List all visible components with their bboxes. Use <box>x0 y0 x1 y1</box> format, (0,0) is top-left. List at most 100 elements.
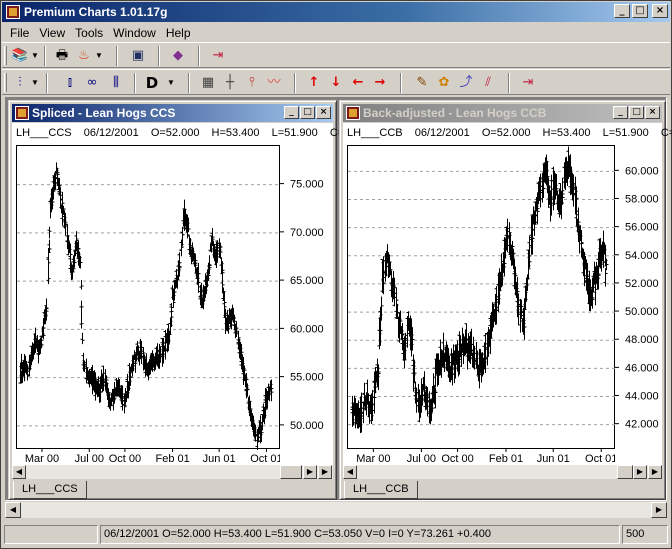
line-study-icon[interactable]: ⤴ <box>456 73 476 93</box>
arrow-up-icon[interactable]: ↑ <box>304 73 324 93</box>
date-label: 06/12/2001 <box>83 127 139 139</box>
chart-window-spliced[interactable]: Spliced - Lean Hogs CCS _ □ × LH___CCS 0… <box>8 100 350 500</box>
arrow-right-icon[interactable]: → <box>370 73 390 93</box>
price-bar <box>80 332 85 345</box>
y-axis: 50.000 55.000 60.000 65.000 70.000 75.000 <box>280 179 324 432</box>
child-title-bar[interactable]: Spliced - Lean Hogs CCS _ □ × <box>12 104 333 122</box>
main-hscrollbar[interactable]: ◀ ▶ <box>5 502 667 518</box>
close-button[interactable]: × <box>316 106 331 119</box>
chart-window-icon[interactable] <box>15 106 29 120</box>
quote-line: LH___CCS 06/12/2001 O=52.000 H=53.400 L=… <box>16 127 359 139</box>
menu-help[interactable]: Help <box>162 23 197 42</box>
chart-pane[interactable]: LH___CCS 06/12/2001 O=52.000 H=53.400 L=… <box>12 123 350 465</box>
y-tick-label: 48.000 <box>625 334 659 346</box>
bars-icon[interactable]: ⫾ <box>60 73 80 93</box>
scroll-left-icon[interactable]: ◀ <box>5 502 21 518</box>
price-plot[interactable] <box>347 145 616 449</box>
maximize-button[interactable]: □ <box>629 106 644 119</box>
books-icon[interactable]: 📚 <box>10 46 30 66</box>
y-tick-label: 46.000 <box>625 362 659 374</box>
chevron-down-icon[interactable]: ▼ <box>166 73 176 93</box>
x-tick-label: Oct 00 <box>109 453 141 465</box>
arrow-left-icon[interactable]: ← <box>348 73 368 93</box>
x-tick-label: Oct 01 <box>585 453 615 465</box>
close-button[interactable]: × <box>645 106 660 119</box>
status-quote: 06/12/2001 O=52.000 H=53.400 L=51.900 C=… <box>100 525 620 544</box>
edit-icon[interactable]: ✎ <box>412 73 432 93</box>
toolbar-grip[interactable] <box>4 73 7 92</box>
crosshair-icon[interactable]: ┼ <box>220 73 240 93</box>
menu-window[interactable]: Window <box>109 23 162 42</box>
scroll-right-icon[interactable]: ▶ <box>303 465 317 479</box>
main-toolbar: 📚 ▼ 🖶 ♨ ▼ ▣ ◆ ⇥ <box>2 42 670 68</box>
chart-window-icon[interactable] <box>346 106 360 120</box>
symbol-label: LH___CCS <box>16 127 72 139</box>
scroll-end-icon[interactable]: ▶ <box>648 465 662 479</box>
indicator-icon[interactable]: 〰 <box>264 73 284 93</box>
toolbar-separator <box>198 46 200 66</box>
grid-icon[interactable]: ▦ <box>198 73 218 93</box>
tab-lh-ccb[interactable]: LH___CCB <box>344 481 418 499</box>
scroll-right-icon[interactable]: ▶ <box>633 465 647 479</box>
x-tick-label: Feb 01 <box>155 453 189 465</box>
scroll-left-icon[interactable]: ◀ <box>12 465 26 479</box>
book-icon[interactable]: ◆ <box>168 46 188 66</box>
chevron-down-icon[interactable]: ▼ <box>30 73 40 93</box>
menu-bar: File View Tools Window Help <box>2 23 670 42</box>
low-label: L=51.900 <box>602 127 649 139</box>
chart-hscrollbar[interactable]: ◀ ▶ ▶ <box>343 465 662 479</box>
x-axis: Mar 00 Jul 00 Oct 00 Feb 01 Jun 01 Oct 01 <box>356 449 615 465</box>
exit-door-icon[interactable]: ⇥ <box>518 73 538 93</box>
low-label: L=51.900 <box>271 127 318 139</box>
bars-tall-icon[interactable]: ⫼ <box>106 73 126 93</box>
exit-door-icon[interactable]: ⇥ <box>208 46 228 66</box>
high-label: H=53.400 <box>542 127 591 139</box>
scroll-thumb[interactable] <box>617 465 633 479</box>
symbol-label: LH___CCB <box>347 127 403 139</box>
bar-chart-style-icon[interactable]: ⫶ <box>10 73 30 93</box>
child-title: Back-adjusted - Lean Hogs CCB <box>363 106 547 120</box>
price-plot[interactable] <box>16 145 281 450</box>
palette-icon[interactable]: ✿ <box>434 73 454 93</box>
chart-hscrollbar[interactable]: ◀ ▶ ▶ <box>12 465 333 479</box>
print-preview-icon[interactable]: 🖶 <box>52 46 72 66</box>
chevron-down-icon[interactable]: ▼ <box>94 46 104 66</box>
minimize-button[interactable]: _ <box>614 4 630 18</box>
y-tick-label: 60.000 <box>290 323 324 335</box>
child-title-bar[interactable]: Back-adjusted - Lean Hogs CCB _ □ × <box>343 104 662 122</box>
menu-file[interactable]: File <box>6 23 35 42</box>
ohlc-bars <box>350 146 609 434</box>
chart-study-icon[interactable]: ⫽ <box>478 73 498 93</box>
chart-toolbar: ⫶ ▼ ⫾ ∞ ⫼ D ▼ ▦ ┼ ⫯ 〰 ↑ ↓ ← → ✎ ✿ ⤴ ⫽ ⇥ <box>2 69 670 95</box>
maximize-button[interactable]: □ <box>300 106 315 119</box>
scroll-left-icon[interactable]: ◀ <box>343 465 357 479</box>
scroll-end-icon[interactable]: ▶ <box>318 465 332 479</box>
tab-lh-ccs[interactable]: LH___CCS <box>13 481 87 499</box>
computer-icon[interactable]: ▣ <box>128 46 148 66</box>
menu-tools[interactable]: Tools <box>71 23 109 42</box>
scroll-thumb[interactable] <box>280 465 302 479</box>
app-icon[interactable] <box>6 5 20 19</box>
y-tick-label: 50.000 <box>625 306 659 318</box>
maximize-button[interactable]: □ <box>632 4 648 18</box>
toolbar-grip[interactable] <box>4 46 7 65</box>
price-bar <box>79 300 84 319</box>
minimize-button[interactable]: _ <box>284 106 299 119</box>
close-button[interactable]: × <box>652 4 668 18</box>
toolbar-separator <box>158 46 160 66</box>
chart-pane[interactable]: LH___CCB 06/12/2001 O=52.000 H=53.400 L=… <box>343 123 672 465</box>
minimize-button[interactable]: _ <box>613 106 628 119</box>
period-button[interactable]: D <box>142 73 162 93</box>
scroll-right-icon[interactable]: ▶ <box>651 502 667 518</box>
arrow-down-icon[interactable]: ↓ <box>326 73 346 93</box>
chevron-down-icon[interactable]: ▼ <box>30 46 40 66</box>
menu-view[interactable]: View <box>35 23 71 42</box>
y-tick-label: 58.000 <box>625 193 659 205</box>
swap-icon[interactable]: ∞ <box>82 73 102 93</box>
toolbar-separator <box>508 73 510 93</box>
x-tick-label: Oct 01 <box>250 453 280 465</box>
chart-window-back-adjusted[interactable]: Back-adjusted - Lean Hogs CCB _ □ × LH__… <box>339 100 672 500</box>
title-bar[interactable]: Premium Charts 1.01.17g _ □ × <box>2 2 670 22</box>
marker-icon[interactable]: ⫯ <box>242 73 262 93</box>
fire-icon[interactable]: ♨ <box>74 46 94 66</box>
